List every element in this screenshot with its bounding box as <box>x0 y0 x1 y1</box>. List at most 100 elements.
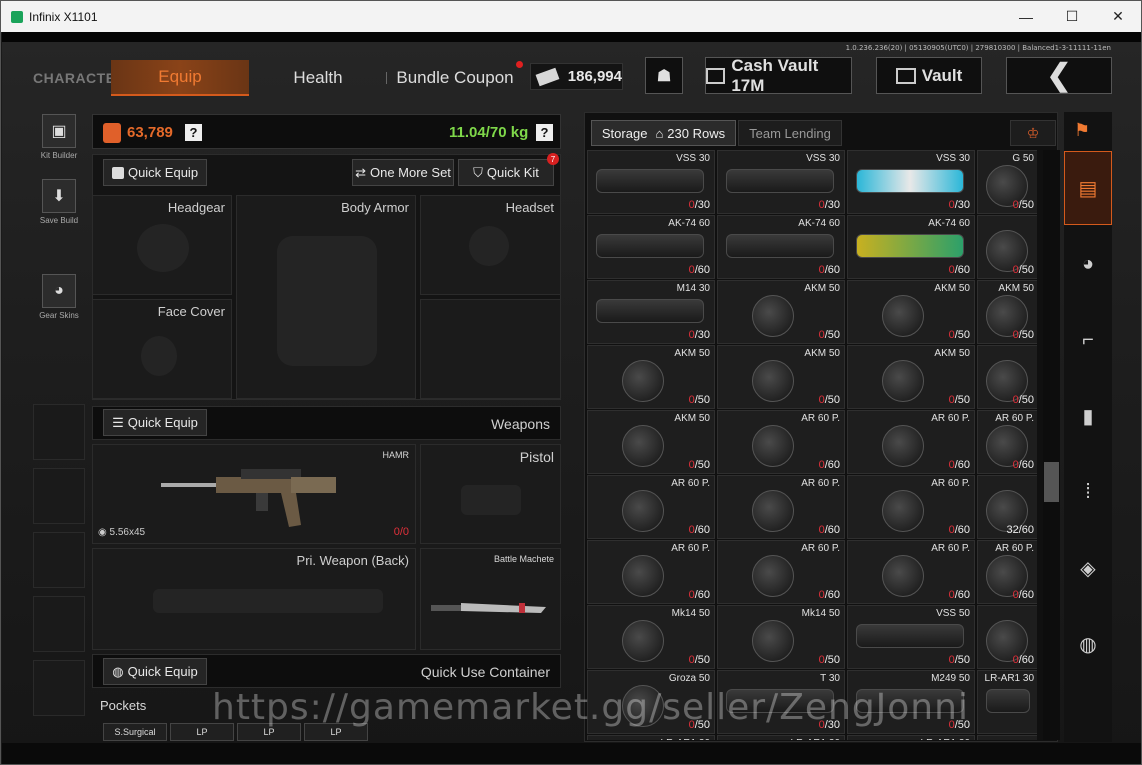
refresh-icon: ⇄ <box>355 164 366 180</box>
back-weapon-slot[interactable]: Pri. Weapon (Back) <box>92 548 416 650</box>
tab-health[interactable]: Health <box>264 60 372 96</box>
maximize-button[interactable]: ☐ <box>1049 1 1095 32</box>
storage-item[interactable]: AR 60 P. 0/60 <box>587 475 715 539</box>
quick-kit-button[interactable]: ⛉ Quick Kit 7 <box>458 153 559 186</box>
storage-item[interactable]: G 50 0/50 <box>977 150 1037 214</box>
category-consumables[interactable]: ◍ <box>1064 607 1112 681</box>
storage-item[interactable]: AR 60 P. 0/60 <box>847 540 975 604</box>
tab-equip[interactable]: Equip <box>111 60 249 96</box>
gear-skins-button[interactable]: ◕ Gear Skins <box>39 274 79 320</box>
scrollbar-thumb[interactable] <box>1044 462 1059 502</box>
drum-magazine-icon <box>882 360 924 402</box>
storage-item[interactable]: Mk14 50 0/50 <box>587 605 715 669</box>
storage-item[interactable]: 0/60 <box>977 605 1037 669</box>
storage-item[interactable]: AKM 50 0/50 <box>587 410 715 474</box>
storage-item[interactable]: T 30 0/30 <box>717 670 845 734</box>
storage-item[interactable]: AR 60 P. 0/60 <box>717 540 845 604</box>
cash-vault-icon <box>706 67 726 84</box>
ammo-caliber: 5.56x45 <box>109 527 146 538</box>
storage-item[interactable]: LR-AR1 30 <box>847 735 975 740</box>
storage-item[interactable]: AKM 50 0/50 <box>717 345 845 409</box>
storage-item[interactable]: AR 60 P. 0/60 <box>847 475 975 539</box>
tab-bundle-coupon[interactable]: Bundle Coupon <box>394 60 516 96</box>
value-help-button[interactable]: ? <box>185 124 202 141</box>
storage-item[interactable]: AR 60 P. 0/60 <box>847 410 975 474</box>
storage-item[interactable]: AR 60 P. 0/60 <box>717 475 845 539</box>
storage-item[interactable]: VSS 50 0/50 <box>847 605 975 669</box>
nav-divider <box>386 72 387 84</box>
storage-item[interactable]: LR-AR1 30 <box>717 735 845 740</box>
primary-weapon-slot[interactable]: HAMR ◉ 5.56x45 0/0 <box>92 444 416 544</box>
minimize-button[interactable]: — <box>1003 1 1049 32</box>
category-gear[interactable]: ◕ <box>1064 227 1112 301</box>
body-armor-slot[interactable]: Body Armor <box>236 195 416 399</box>
storage-item[interactable]: AK-74 60 0/60 <box>587 215 715 279</box>
empty-gear-slot[interactable] <box>420 299 561 399</box>
quick-equip-weapons-button[interactable]: ☰ Quick Equip <box>103 409 207 436</box>
primary-mag-count: 0/0 <box>393 526 409 538</box>
storage-item[interactable]: AKM 50 0/50 <box>847 280 975 344</box>
vault-button[interactable]: Vault <box>876 57 982 94</box>
item-count: 0/50 <box>818 394 840 406</box>
storage-item[interactable] <box>977 735 1037 740</box>
storage-item[interactable]: M249 50 0/50 <box>847 670 975 734</box>
storage-item[interactable]: 32/60 <box>977 475 1037 539</box>
storage-item[interactable]: Mk14 50 0/50 <box>717 605 845 669</box>
melee-slot[interactable]: Battle Machete <box>420 548 561 650</box>
pistol-slot[interactable]: Pistol <box>420 444 561 544</box>
quick-equip-gear-button[interactable]: Quick Equip <box>103 159 207 186</box>
crown-icon: ♔ <box>1026 124 1040 141</box>
storage-item[interactable]: AR 60 P. 0/60 <box>977 410 1037 474</box>
category-ammo[interactable]: ⁞ <box>1064 455 1112 529</box>
pocket-slot[interactable]: LP <box>304 723 368 741</box>
weight-help-button[interactable]: ? <box>536 124 553 141</box>
storage-item[interactable]: LR-AR1 30 <box>587 735 715 740</box>
item-count: 0/50 <box>688 459 710 471</box>
kit-builder-button[interactable]: ▣ Kit Builder <box>40 114 78 160</box>
storage-item[interactable]: AR 60 P. 0/60 <box>587 540 715 604</box>
storage-item[interactable]: 0/50 <box>977 215 1037 279</box>
machete-icon <box>431 603 546 613</box>
pocket-slot[interactable]: LP <box>237 723 301 741</box>
pocket-slot[interactable]: S.Surgical <box>103 723 167 741</box>
storage-item[interactable]: AKM 50 0/50 <box>977 280 1037 344</box>
storage-item[interactable]: AKM 50 0/50 <box>717 280 845 344</box>
item-count: 0/60 <box>818 459 840 471</box>
pocket-slot[interactable]: LP <box>170 723 234 741</box>
headgear-slot[interactable]: Headgear <box>92 195 232 295</box>
cash-vault-button[interactable]: Cash Vault 17M <box>705 55 852 95</box>
item-count: 0/50 <box>818 654 840 666</box>
quick-equip-use-button[interactable]: ◍ Quick Equip <box>103 658 207 685</box>
cash-vault-label: Cash Vault 17M <box>731 55 819 95</box>
storage-item[interactable]: AKM 50 0/50 <box>847 345 975 409</box>
one-more-set-button[interactable]: ⇄ One More Set <box>352 159 454 186</box>
sort-button[interactable]: ♔ <box>1010 120 1056 146</box>
category-all[interactable]: ▤ <box>1064 151 1112 225</box>
close-button[interactable]: ✕ <box>1095 1 1141 32</box>
storage-scrollbar[interactable] <box>1043 150 1060 740</box>
list-icon: ☰ <box>112 414 124 430</box>
storage-item[interactable]: VSS 30 0/30 <box>717 150 845 214</box>
save-build-button[interactable]: ⬇ Save Build <box>40 179 78 225</box>
storage-item[interactable]: VSS 30 0/30 <box>587 150 715 214</box>
storage-item[interactable]: Groza 50 0/50 <box>587 670 715 734</box>
storage-item[interactable]: AR 60 P. 0/60 <box>717 410 845 474</box>
headset-slot[interactable]: Headset <box>420 195 561 295</box>
storage-item[interactable]: AK-74 60 0/60 <box>847 215 975 279</box>
tab-team-lending[interactable]: Team Lending <box>738 120 842 146</box>
storage-item[interactable]: LR-AR1 30 <box>977 670 1037 734</box>
category-attachments[interactable]: ◈ <box>1064 531 1112 605</box>
storage-item[interactable]: AKM 50 0/50 <box>587 345 715 409</box>
storage-item[interactable]: 0/50 <box>977 345 1037 409</box>
storage-item[interactable]: AK-74 60 0/60 <box>717 215 845 279</box>
category-magazines[interactable]: ▮ <box>1064 379 1112 453</box>
storage-item[interactable]: VSS 30 0/30 <box>847 150 975 214</box>
storage-item[interactable]: M14 30 0/30 <box>587 280 715 344</box>
category-weapons[interactable]: ⌐ <box>1064 303 1112 377</box>
back-button[interactable]: ❮ <box>1006 57 1112 94</box>
storage-item[interactable]: AR 60 P. 0/60 <box>977 540 1037 604</box>
operator-button[interactable]: ☗ <box>645 57 683 94</box>
face-cover-slot[interactable]: Face Cover <box>92 299 232 399</box>
tab-storage[interactable]: Storage ⌂ 230 Rows <box>591 120 736 146</box>
back-arrow-icon: ❮ <box>1046 59 1072 92</box>
